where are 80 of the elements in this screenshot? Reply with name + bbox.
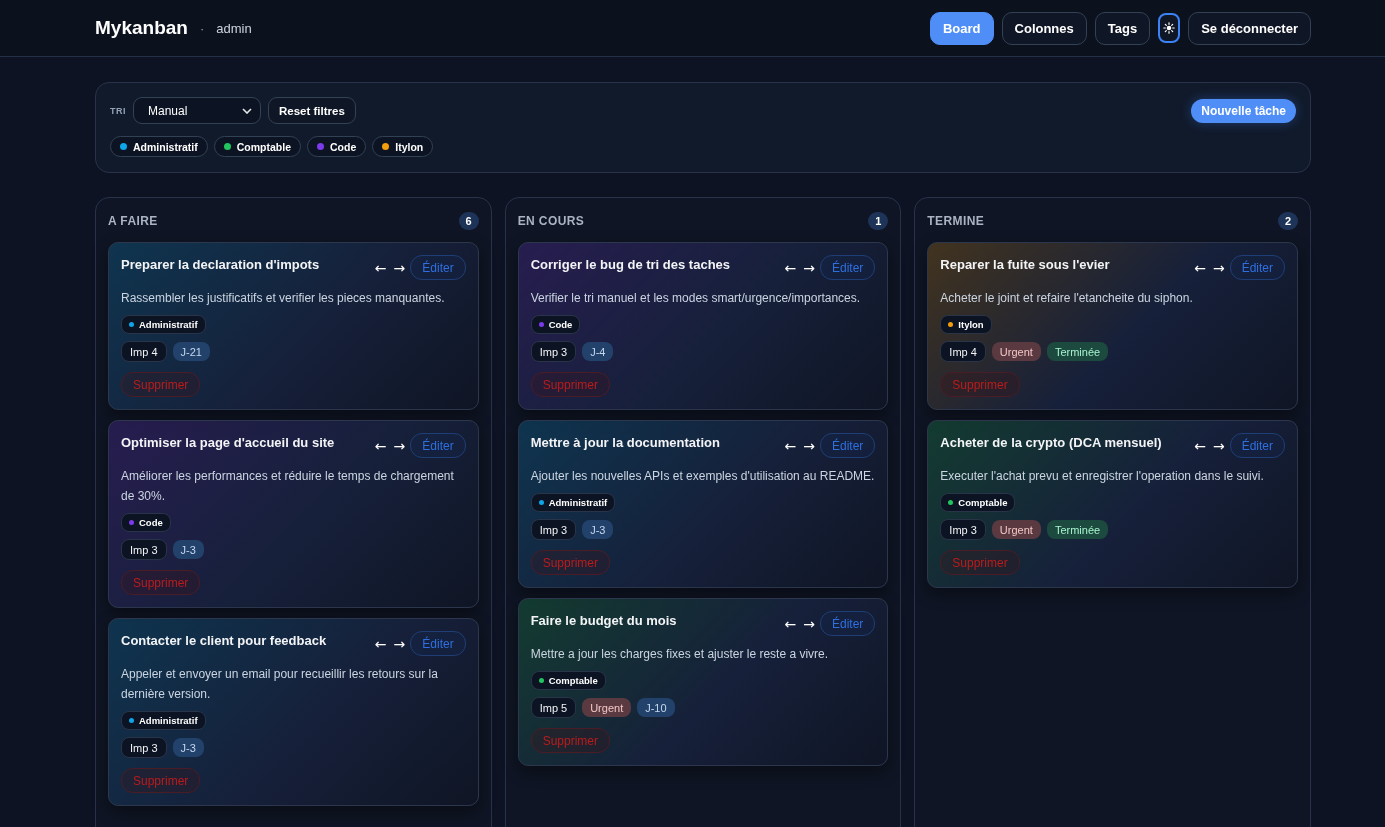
task-title: Corriger le bug de tri des taches [530,257,731,272]
task-tag: Administratif [121,711,206,730]
task-badge: J-4 [582,342,614,361]
theme-toggle-icon[interactable] [1158,13,1181,43]
task-badge: Imp 5 [530,697,577,718]
tag-filter[interactable]: Itylon [372,136,434,157]
task-tag: Itylon [940,315,992,334]
move-left-button[interactable]: ← [372,635,389,652]
task-badge: Urgent [991,520,1041,539]
move-right-button[interactable]: → [391,635,408,652]
tag-filter[interactable]: Administratif [110,136,208,157]
task-badge: Urgent [582,698,632,717]
tag-filter[interactable]: Comptable [213,136,302,157]
task-description: Rassembler les justificatifs et verifier les pieces manquantes. [121,290,446,307]
task-badge: Urgent [991,342,1041,361]
task-badge: Imp 3 [121,737,167,758]
task-tag: Comptable [530,671,606,690]
reset-filters-button[interactable]: Reset filtres [268,97,356,124]
tag-filter[interactable]: Code [307,136,367,157]
move-right-button[interactable]: → [801,437,817,454]
count-badge: 6 [458,212,479,230]
task-badge: J-3 [582,520,614,539]
task-badge: J-3 [172,540,204,559]
task-badge: Imp 3 [530,341,577,362]
task-badge: Imp 4 [121,341,167,362]
separator-dot: · [199,20,205,36]
task-badge: Imp 3 [940,519,986,540]
move-right-button[interactable]: → [391,437,408,454]
move-left-button[interactable]: ← [782,615,799,632]
task-title: Faire le budget du mois [530,613,677,628]
task-tag: Code [121,513,171,532]
task-badge: Terminée [1046,342,1109,361]
move-left-button[interactable]: ← [372,437,389,454]
move-left-button[interactable]: ← [1192,259,1208,276]
task-badge: Terminée [1046,520,1109,539]
move-left-button[interactable]: ← [782,437,799,454]
move-left-button[interactable]: ← [372,259,389,276]
count-badge: 2 [1278,212,1298,230]
move-right-button[interactable]: → [391,259,408,276]
column-title: A FAIRE [108,214,158,228]
app-title: Mykanban [95,17,188,39]
move-right-button[interactable]: → [801,259,817,276]
task-description: Executer l'achat prevu et enregistrer l'operation dans le suivi. [940,468,1265,485]
task-badge: Imp 4 [940,341,986,362]
move-right-button[interactable]: → [801,615,817,632]
column-title: TERMINE [927,214,985,228]
nav-tab[interactable]: Colonnes [1001,11,1087,45]
task-description: Ajouter les nouvelles APIs et exemples d'utilisation au README. [530,468,876,485]
chevron-down-icon [242,107,252,114]
move-left-button[interactable]: ← [782,259,799,276]
task-badge: Imp 3 [121,539,167,560]
column-title: EN COURS [517,214,585,228]
task-title: Mettre à jour la documentation [530,435,720,450]
user-name: admin [216,20,252,36]
task-description: Verifier le tri manuel et les modes smart/urgence/importances. [530,290,862,307]
task-title: Acheter de la crypto (DCA mensuel) [940,435,1162,450]
task-tag: Administratif [121,315,206,334]
task-description: Mettre a jour les charges fixes et ajuster le reste a vivre. [530,646,830,663]
task-tag: Code [530,315,581,334]
nav-tab[interactable]: Tags [1094,11,1151,45]
task-badge: Imp 3 [530,519,577,540]
task-description: Améliorer les performances et réduire le temps de chargement de 30%. [121,468,455,505]
move-right-button[interactable]: → [1210,259,1227,276]
task-title: Preparer la declaration d'impots [121,257,320,272]
task-title: Optimiser la page d'accueil du site [121,435,335,450]
task-badge: J-10 [637,698,675,717]
logout-button[interactable]: Se déconnecter [1188,11,1311,45]
task-description: Appeler et envoyer un email pour recueillir les retours sur la dernière version. [121,666,439,703]
task-tag: Comptable [940,493,1016,512]
task-tag: Administratif [530,493,616,512]
task-description: Acheter le joint et refaire l'etancheite du siphon. [940,290,1194,307]
sort-select[interactable]: Manual [133,97,261,124]
task-title: Reparer la fuite sous l'evier [940,257,1110,272]
task-title: Contacter le client pour feedback [121,633,327,648]
task-badge: J-21 [172,342,210,361]
move-right-button[interactable]: → [1210,437,1227,454]
count-badge: 1 [868,212,889,230]
sort-label: TRI [110,105,126,116]
move-left-button[interactable]: ← [1192,437,1208,454]
task-badge: J-3 [172,738,204,757]
